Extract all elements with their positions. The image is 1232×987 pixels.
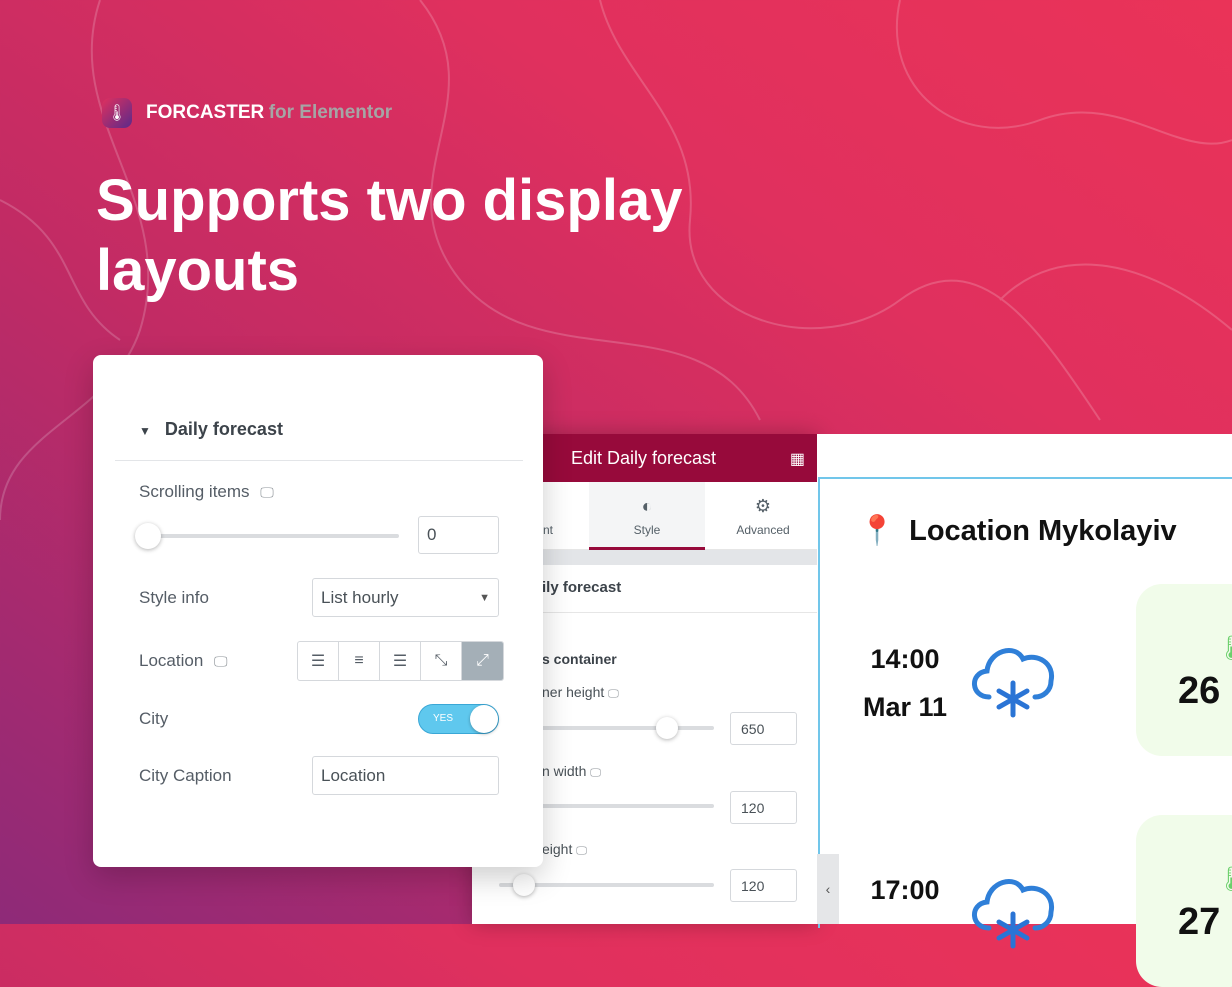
headline: Supports two display layouts — [96, 168, 683, 303]
thermometer-icon: 🌡 — [102, 98, 132, 128]
toggle-label: YES — [433, 713, 454, 724]
caret-down-icon: ▼ — [479, 591, 490, 604]
style-info-label: Style info — [139, 588, 209, 607]
field-label-text: ner height — [542, 684, 605, 700]
preview-pane: 📍 Location Mykolayiv 14:00 Mar 11 🌡 26 17:… — [817, 434, 1232, 987]
city-caption-input[interactable]: Location — [312, 756, 499, 795]
slider-handle[interactable] — [656, 717, 678, 739]
forecast-time: 17:00 — [870, 875, 940, 905]
select-value: List hourly — [321, 587, 399, 607]
expand-icon[interactable]: ⤢ — [462, 642, 503, 680]
label-text: Scrolling items — [139, 482, 250, 501]
align-right-icon[interactable]: ☰ — [380, 642, 421, 680]
temperature-card: 🌡 26 — [1136, 584, 1232, 756]
snow-cloud-icon — [972, 648, 1055, 718]
location-label: Location 🖵 — [139, 651, 228, 671]
grid-icon[interactable]: ▦ — [790, 449, 805, 469]
city-label: City — [139, 709, 169, 728]
label-text: Location — [139, 651, 204, 670]
field-label: eight 🖵 — [542, 841, 587, 858]
settings-card: ▼ Daily forecast Scrolling items 🖵 0 Styl… — [93, 355, 543, 867]
field-label-text: eight — [542, 841, 573, 857]
divider — [115, 460, 523, 461]
brand-name: FORCASTER — [146, 102, 265, 123]
temperature: 27 — [1178, 901, 1221, 943]
shrink-icon[interactable]: ⤡ — [421, 642, 462, 680]
thermometer-icon: 🌡 — [1216, 866, 1232, 893]
map-pin-icon: 📍 — [859, 515, 896, 547]
tab-style[interactable]: ◐ Style — [589, 482, 705, 550]
slider[interactable] — [499, 874, 714, 896]
location-heading: 📍 Location Mykolayiv — [859, 514, 1177, 548]
field-label: ner height 🖵 — [542, 684, 619, 701]
temperature: 26 — [1178, 670, 1221, 712]
contrast-icon: ◐ — [641, 496, 653, 516]
scrolling-items-input[interactable]: 0 — [418, 516, 499, 554]
thermometer-icon: 🌡 — [1216, 635, 1232, 662]
subsection-title: s container — [542, 651, 617, 667]
temperature-card: 🌡 27 — [1136, 815, 1232, 987]
snow-cloud-icon — [972, 879, 1055, 949]
forecast-date: Mar 11 — [862, 692, 948, 722]
brand: 🌡 FORCASTER for Elementor — [102, 98, 392, 128]
number-input[interactable]: 120 — [730, 791, 797, 824]
align-center-icon[interactable]: ≡ — [339, 642, 380, 680]
brand-suffix: for Elementor — [268, 102, 393, 123]
number-input[interactable]: 650 — [730, 712, 797, 745]
editor-title: Edit Daily forecast — [571, 447, 717, 468]
section-title[interactable]: ily forecast — [542, 579, 621, 596]
toggle-knob — [470, 705, 498, 733]
section-header[interactable]: ▼ Daily forecast — [139, 419, 283, 440]
monitor-icon[interactable]: 🖵 — [590, 767, 601, 779]
gear-icon: ⚙ — [754, 496, 772, 516]
slider-handle[interactable] — [135, 523, 161, 549]
tab-advanced[interactable]: ⚙ Advanced — [705, 482, 821, 550]
style-info-select[interactable]: List hourly ▼ — [312, 578, 499, 617]
slider-handle[interactable] — [513, 874, 535, 896]
tab-label: nt — [542, 523, 553, 537]
scrolling-items-slider[interactable] — [135, 523, 399, 549]
monitor-icon[interactable]: 🖵 — [214, 653, 228, 669]
scrolling-items-label: Scrolling items 🖵 — [139, 482, 274, 502]
editor-header: Edit Daily forecast ▦ — [540, 434, 817, 482]
location-text: Location Mykolayiv — [909, 514, 1177, 547]
location-alignment-group: ☰ ≡ ☰ ⤡ ⤢ — [297, 641, 504, 681]
section-title: Daily forecast — [164, 419, 283, 439]
forecast-time: 14:00 — [870, 644, 940, 674]
tab-label: Style — [633, 523, 661, 537]
monitor-icon[interactable]: 🖵 — [576, 845, 587, 857]
collapse-panel-button[interactable]: ‹ — [817, 854, 839, 924]
tab-label: Advanced — [736, 523, 790, 537]
field-label-text: n width — [542, 763, 587, 779]
field-label: n width 🖵 — [542, 763, 601, 780]
caret-down-icon: ▼ — [139, 424, 151, 438]
monitor-icon[interactable]: 🖵 — [608, 688, 619, 700]
city-toggle[interactable]: YES — [418, 704, 499, 734]
number-input[interactable]: 120 — [730, 869, 797, 902]
align-left-icon[interactable]: ☰ — [298, 642, 339, 680]
city-caption-label: City Caption — [139, 766, 232, 785]
monitor-icon[interactable]: 🖵 — [260, 484, 274, 500]
